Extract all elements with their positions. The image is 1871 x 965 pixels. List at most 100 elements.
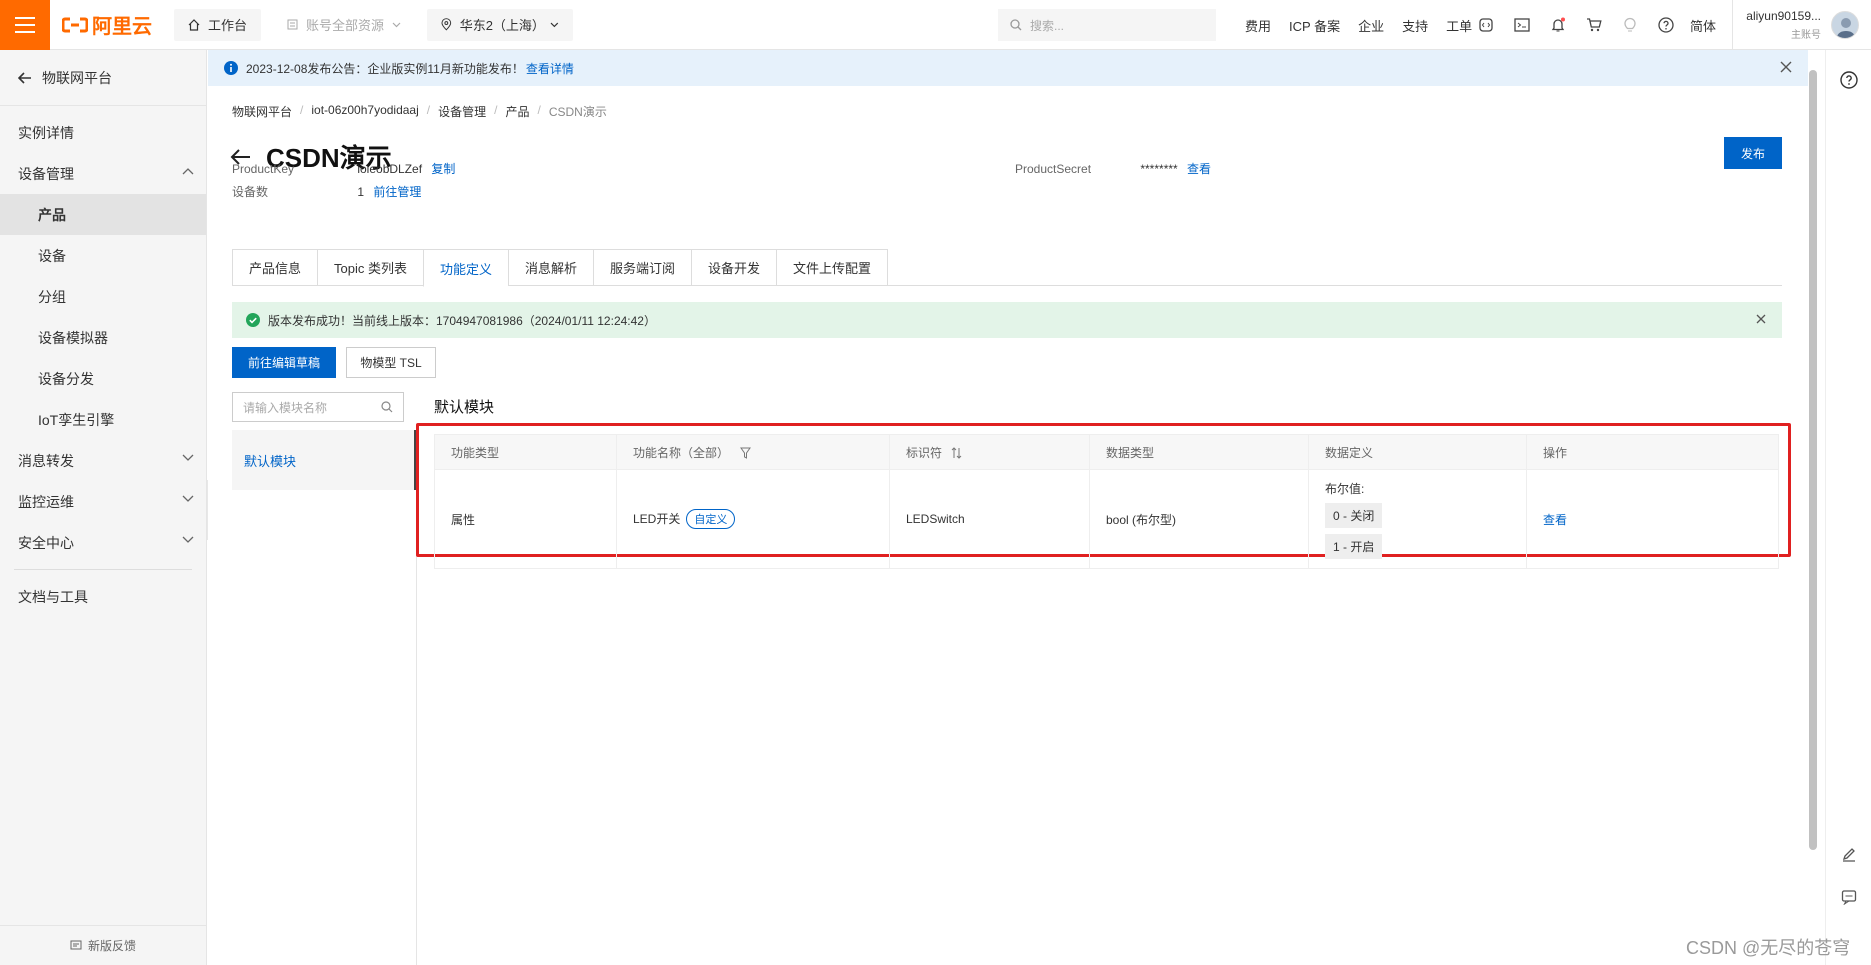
language-switch[interactable]: 简体 (1690, 16, 1716, 35)
publish-button[interactable]: 发布 (1724, 137, 1782, 169)
manage-link[interactable]: 前往管理 (373, 185, 421, 199)
nav-link-billing[interactable]: 费用 (1236, 16, 1280, 35)
nav-link-support[interactable]: 支持 (1393, 16, 1437, 35)
main-content: 2023-12-08发布公告：企业版实例11月新功能发布！ 查看详情 物联网平台… (208, 50, 1808, 965)
sidebar-item-label: 设备管理 (18, 165, 74, 182)
close-icon[interactable] (1756, 314, 1766, 324)
sidebar-item-label: 设备分发 (38, 370, 94, 387)
global-search-input[interactable]: 搜索... (998, 9, 1216, 41)
region-label: 华东2（上海） (459, 18, 545, 33)
nav-link-icp[interactable]: ICP 备案 (1280, 16, 1349, 35)
bell-icon[interactable] (1546, 13, 1570, 37)
sort-icon[interactable] (951, 447, 962, 460)
workbench-button[interactable]: 工作台 (174, 8, 262, 41)
product-secret-value: ******** (1140, 162, 1178, 176)
chat-icon[interactable] (1837, 885, 1861, 909)
module-list-item[interactable]: 默认模块 (232, 430, 416, 490)
sidebar-item-label: 文档与工具 (18, 588, 88, 605)
tab-message-parsing[interactable]: 消息解析 (508, 249, 594, 286)
search-placeholder: 搜索... (1030, 18, 1065, 33)
lightbulb-icon[interactable] (1618, 13, 1642, 37)
sidebar-item-label: 设备 (38, 247, 66, 264)
view-secret-link[interactable]: 查看 (1187, 162, 1211, 176)
sidebar-item-monitoring[interactable]: 监控运维 (0, 481, 206, 522)
help-icon[interactable] (1654, 13, 1678, 37)
tab-topic-list[interactable]: Topic 类列表 (317, 249, 423, 286)
tab-device-development[interactable]: 设备开发 (691, 249, 777, 286)
sidebar-item-label: IoT孪生引擎 (38, 411, 115, 428)
column-header-label: 功能名称（全部） (633, 445, 730, 460)
column-header: 数据类型 (1089, 434, 1309, 470)
tsl-button[interactable]: 物模型 TSL (346, 347, 436, 378)
sidebar-item-products[interactable]: 产品 (0, 194, 206, 235)
resources-dropdown[interactable]: 账号全部资源 (273, 8, 416, 41)
edit-draft-button[interactable]: 前往编辑草稿 (232, 347, 336, 378)
sidebar-item-instance-details[interactable]: 实例详情 (0, 112, 206, 153)
sidebar-item-device-distribution[interactable]: 设备分发 (0, 358, 206, 399)
announcement-link[interactable]: 查看详情 (526, 60, 574, 77)
workbench-label: 工作台 (208, 18, 248, 33)
sidebar-item-groups[interactable]: 分组 (0, 276, 206, 317)
module-search-placeholder: 请输入模块名称 (243, 400, 328, 415)
close-icon[interactable] (1780, 61, 1792, 73)
function-name: LED开关 (633, 512, 681, 526)
breadcrumb: 物联网平台 / iot-06z00h7yodidaaj / 设备管理 / 产品 / CS… (232, 103, 607, 120)
function-table: 功能类型 功能名称（全部） 标识符 数据类型 数据定义 操作 属性 LED开关自… (434, 434, 1779, 569)
announcement-bar: 2023-12-08发布公告：企业版实例11月新功能发布！ 查看详情 (208, 50, 1808, 86)
breadcrumb-item[interactable]: iot-06z00h7yodidaaj (311, 103, 418, 120)
tab-function-definition[interactable]: 功能定义 (422, 249, 508, 287)
sidebar-item-message-forwarding[interactable]: 消息转发 (0, 440, 206, 481)
menu-icon[interactable] (0, 0, 50, 50)
column-header-sort[interactable]: 标识符 (889, 434, 1090, 470)
top-bar: 阿里云 工作台 账号全部资源 华东2（上海） 搜索... 费用 ICP 备案 企… (0, 0, 1871, 50)
user-menu[interactable]: aliyun90159... 主账号 (1732, 0, 1871, 50)
breadcrumb-item[interactable]: 物联网平台 (232, 103, 292, 120)
product-key-value: ioieobDLZef (357, 162, 423, 176)
scrollbar[interactable] (1808, 56, 1818, 965)
help-icon[interactable] (1837, 68, 1861, 92)
feedback-label: 新版反馈 (87, 939, 136, 953)
cart-icon[interactable] (1582, 13, 1606, 37)
search-icon (381, 401, 393, 413)
edit-icon[interactable] (1837, 842, 1861, 866)
sidebar-back[interactable]: 物联网平台 (0, 50, 206, 106)
home-icon (188, 18, 200, 31)
sidebar-item-devices[interactable]: 设备 (0, 235, 206, 276)
right-rail (1825, 50, 1871, 965)
scrollbar-thumb[interactable] (1809, 70, 1817, 850)
success-text: 版本发布成功！当前线上版本：1704947081986（2024/01/11 1… (268, 313, 656, 328)
sidebar-item-docs-tools[interactable]: 文档与工具 (0, 576, 206, 617)
sidebar-back-label: 物联网平台 (42, 69, 112, 86)
copy-link[interactable]: 复制 (431, 162, 455, 176)
sidebar-item-label: 产品 (38, 206, 66, 223)
nav-link-enterprise[interactable]: 企业 (1349, 16, 1393, 35)
tab-file-upload[interactable]: 文件上传配置 (776, 249, 889, 286)
sidebar-item-device-management[interactable]: 设备管理 (0, 153, 206, 194)
column-header: 数据定义 (1308, 434, 1527, 470)
module-search-input[interactable]: 请输入模块名称 (232, 392, 404, 422)
aliyun-logo[interactable]: 阿里云 (62, 10, 152, 39)
terminal-icon[interactable] (1510, 13, 1534, 37)
top-nav-icons: 简体 (1474, 0, 1716, 50)
column-header-filter[interactable]: 功能名称（全部） (616, 434, 890, 470)
cell-function-name: LED开关 自定义 (616, 469, 890, 569)
view-link[interactable]: 查看 (1543, 513, 1567, 527)
product-secret-label: ProductSecret (1015, 162, 1092, 176)
code-icon[interactable] (1474, 13, 1498, 37)
breadcrumb-item[interactable]: 设备管理 (438, 103, 486, 120)
region-dropdown[interactable]: 华东2（上海） (427, 8, 574, 41)
sidebar-item-security[interactable]: 安全中心 (0, 522, 206, 563)
bool-label: 布尔值: (1325, 481, 1365, 496)
sidebar-item-iot-twin[interactable]: IoT孪生引擎 (0, 399, 206, 440)
list-icon (287, 19, 298, 30)
sidebar-item-label: 安全中心 (18, 534, 74, 551)
custom-tag: 自定义 (686, 509, 736, 529)
filter-icon[interactable] (740, 447, 752, 460)
breadcrumb-item[interactable]: 产品 (505, 103, 529, 120)
sidebar-item-device-simulator[interactable]: 设备模拟器 (0, 317, 206, 358)
chevron-down-icon (182, 454, 194, 461)
cell-action: 查看 (1526, 469, 1779, 569)
tab-product-info[interactable]: 产品信息 (232, 249, 318, 286)
tab-server-subscription[interactable]: 服务端订阅 (593, 249, 692, 286)
feedback-button[interactable]: 新版反馈 (0, 925, 206, 965)
